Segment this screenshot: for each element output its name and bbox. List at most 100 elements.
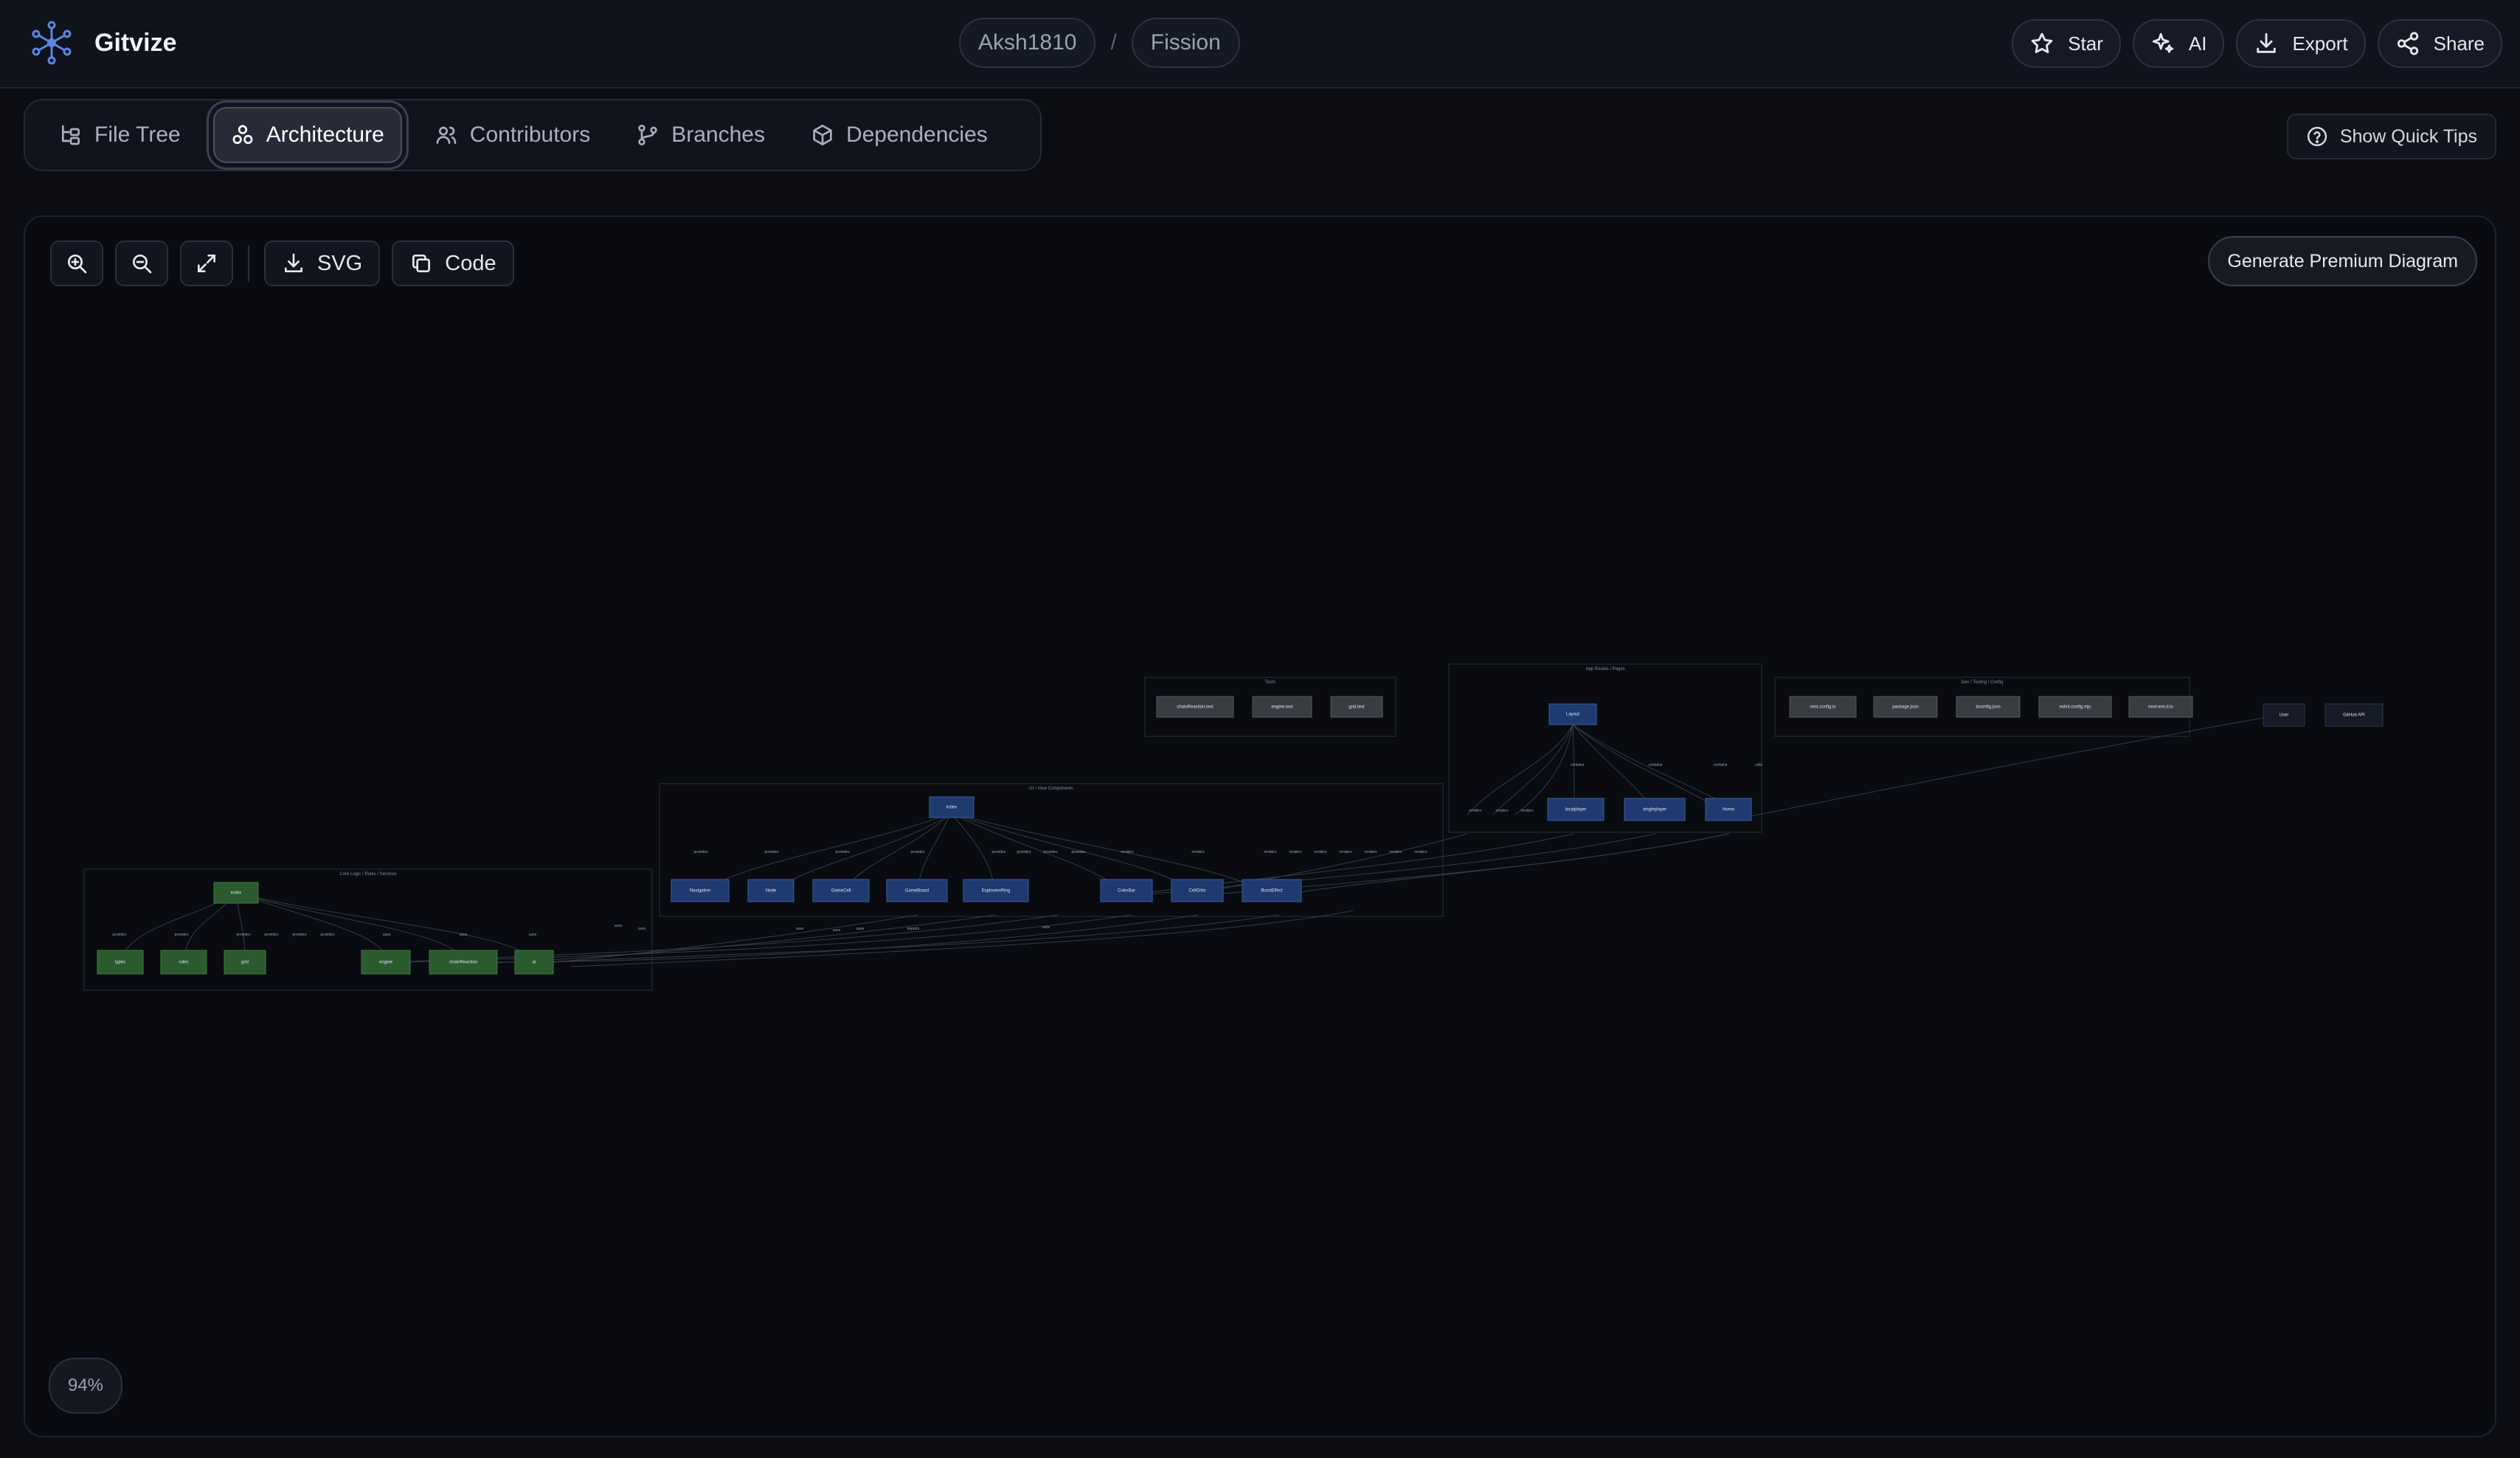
tab-contributors-label: Contributors (469, 122, 591, 147)
svg-text:provides: provides (265, 933, 279, 937)
fit-view-button[interactable] (180, 241, 233, 286)
svg-text:BurstEffect: BurstEffect (1261, 889, 1283, 894)
svg-text:ExplosionRing: ExplosionRing (982, 889, 1010, 894)
node-page-home[interactable]: Home (1705, 798, 1752, 821)
svg-text:provides: provides (765, 850, 779, 854)
ai-label: AI (2188, 32, 2207, 55)
tab-contributors[interactable]: Contributors (421, 108, 603, 162)
tab-file-tree[interactable]: File Tree (46, 108, 194, 162)
svg-text:User: User (2280, 714, 2289, 718)
breadcrumb-repo[interactable]: Fission (1131, 18, 1240, 68)
diagram-canvas[interactable]: Tests App Routes / Pages Dev / Tooling /… (24, 215, 2496, 1437)
svg-text:Node: Node (766, 889, 777, 894)
node-core-rules[interactable]: rules (160, 950, 207, 975)
svg-text:Dev / Tooling / Config: Dev / Tooling / Config (1962, 680, 2004, 685)
svg-text:App Routes / Pages: App Routes / Pages (1585, 667, 1624, 671)
node-ext-user[interactable]: User (2263, 703, 2305, 727)
svg-text:renders: renders (1521, 809, 1534, 813)
svg-text:uses: uses (856, 927, 865, 931)
generate-premium-diagram-button[interactable]: Generate Premium Diagram (2208, 236, 2477, 286)
node-page-singleplayer[interactable]: singleplayer (1624, 798, 1686, 821)
node-page-localplayer[interactable]: localplayer (1547, 798, 1605, 821)
svg-text:next-env.d.ts: next-env.d.ts (2148, 705, 2173, 710)
svg-text:contains: contains (1649, 763, 1663, 767)
ai-button[interactable]: AI (2132, 19, 2225, 68)
node-test-grid[interactable]: grid.test (1330, 696, 1383, 718)
node-test-chain[interactable]: chainReaction.test (1156, 696, 1234, 718)
svg-text:singleplayer: singleplayer (1643, 808, 1666, 812)
svg-text:engine.test: engine.test (1271, 705, 1293, 710)
node-cfg-eslint[interactable]: eslint.config.mjs (2038, 696, 2112, 718)
svg-text:provides: provides (1017, 850, 1031, 854)
tab-dependencies[interactable]: Dependencies (797, 108, 1001, 162)
node-cfg-next[interactable]: next.config.ts (1789, 696, 1857, 718)
node-ui-gameboard[interactable]: GameBoard (886, 879, 948, 902)
logo-icon[interactable] (28, 19, 75, 66)
node-core-ai[interactable]: ai (514, 950, 554, 975)
zoom-out-icon (133, 255, 152, 274)
node-ui-bursteffect[interactable]: BurstEffect (1242, 879, 1302, 902)
svg-text:GameCell: GameCell (831, 889, 851, 894)
node-ui-navigation[interactable]: Navigation (671, 879, 730, 902)
svg-text:renders: renders (1290, 850, 1302, 854)
svg-text:uses: uses (833, 928, 841, 933)
node-ui-colorbar[interactable]: ColorBar (1100, 879, 1153, 902)
node-core-engine[interactable]: engine (361, 950, 411, 975)
architecture-icon (232, 125, 253, 145)
svg-text:provides: provides (992, 850, 1006, 854)
node-page-layout[interactable]: Layout (1548, 703, 1597, 725)
tab-branches[interactable]: Branches (623, 108, 778, 162)
zoom-out-button[interactable] (115, 241, 168, 286)
node-core-index[interactable]: index (213, 882, 259, 904)
node-core-types[interactable]: types (97, 950, 144, 975)
export-button[interactable]: Export (2236, 19, 2366, 68)
node-ui-gamecell[interactable]: GameCell (812, 879, 870, 902)
node-ui-index[interactable]: index (929, 796, 975, 818)
node-core-grid[interactable]: grid (224, 950, 266, 975)
tab-dependencies-label: Dependencies (845, 122, 988, 147)
svg-text:renders: renders (1192, 850, 1205, 854)
download-svg-button[interactable]: SVG (264, 241, 381, 286)
svg-text:ColorBar: ColorBar (1118, 889, 1135, 894)
svg-text:contains: contains (1571, 763, 1585, 767)
svg-text:renders: renders (1415, 850, 1427, 854)
zoom-in-button[interactable] (50, 241, 103, 286)
header-actions: Star AI Export Share (2012, 19, 2502, 68)
breadcrumb-owner[interactable]: Aksh1810 (959, 18, 1096, 68)
node-core-chainreaction[interactable]: chainReaction (429, 950, 498, 975)
node-ui-node[interactable]: Node (747, 879, 795, 902)
svg-text:engine: engine (379, 961, 393, 965)
svg-text:package.json: package.json (1892, 705, 1918, 710)
svg-text:index: index (946, 806, 957, 810)
share-label: Share (2433, 32, 2485, 55)
tab-branches-label: Branches (671, 122, 765, 147)
svg-text:renders: renders (1470, 809, 1482, 813)
node-test-engine[interactable]: engine.test (1252, 696, 1312, 718)
svg-text:provides: provides (293, 933, 307, 937)
svg-text:UI / View Components: UI / View Components (1029, 787, 1073, 791)
star-button[interactable]: Star (2012, 19, 2121, 68)
copy-code-button[interactable]: Code (392, 241, 514, 286)
node-cfg-tsconfig[interactable]: tsconfig.json (1956, 696, 2021, 718)
architecture-diagram[interactable]: Tests App Routes / Pages Dev / Tooling /… (25, 217, 2496, 1437)
node-cfg-package[interactable]: package.json (1873, 696, 1938, 718)
show-quick-tips-button[interactable]: Show Quick Tips (2286, 114, 2496, 159)
share-button[interactable]: Share (2377, 19, 2502, 68)
node-cfg-vitest[interactable]: next-env.d.ts (2128, 696, 2193, 718)
tab-architecture[interactable]: Architecture (212, 107, 402, 163)
tab-architecture-label: Architecture (266, 122, 384, 147)
svg-text:provides: provides (321, 933, 335, 937)
node-ui-explosionring[interactable]: ExplosionRing (963, 879, 1029, 902)
node-ui-cellorbs[interactable]: CellOrbs (1171, 879, 1224, 902)
star-icon (2031, 32, 2053, 54)
svg-text:Core Logic / Rules / Services: Core Logic / Rules / Services (339, 872, 396, 877)
svg-text:provides: provides (113, 933, 127, 937)
app-title[interactable]: Gitvize (94, 25, 176, 61)
users-icon (436, 126, 457, 144)
zoom-in-icon (68, 255, 87, 274)
node-ext-github[interactable]: GitHub API (2325, 703, 2384, 727)
tab-file-tree-label: File Tree (94, 122, 181, 147)
star-label: Star (2068, 32, 2103, 55)
svg-text:renders: renders (1340, 850, 1352, 854)
file-tree-icon (62, 125, 80, 145)
